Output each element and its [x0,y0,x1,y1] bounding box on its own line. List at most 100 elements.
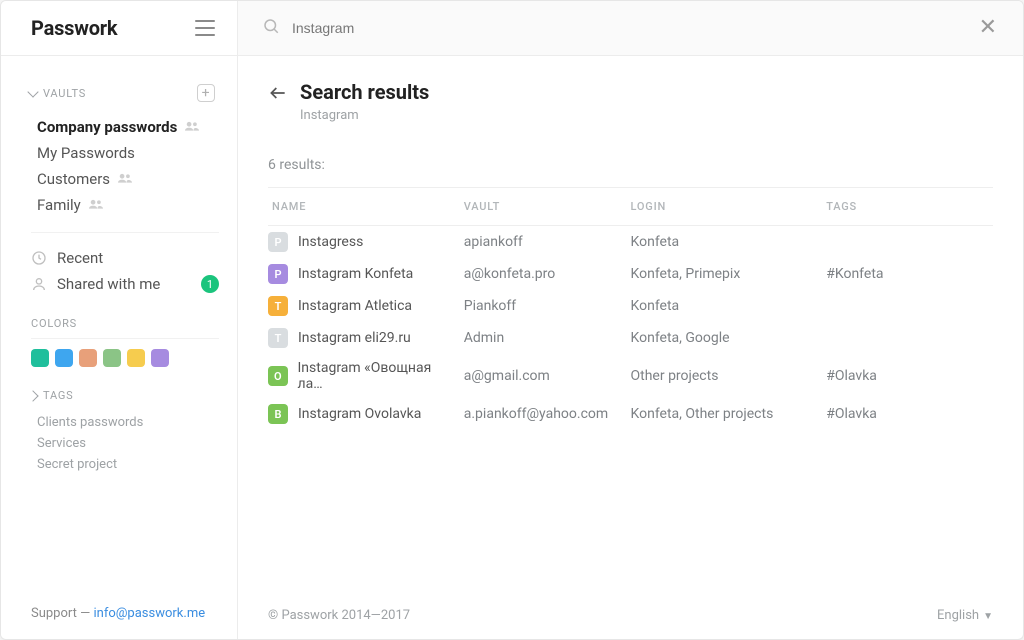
language-selector[interactable]: English ▼ [937,608,993,623]
row-vault: Piankoff [464,290,631,322]
clock-icon [31,250,47,266]
brand-logo: Passwork [31,16,117,40]
vault-label: Company passwords [37,118,177,136]
sidebar: Passwork VAULTS + Company passwords [1,1,238,639]
row-vault: a.piankoff@yahoo.com [464,398,631,430]
tag-item[interactable]: Secret project [37,454,237,475]
row-tags: #Olavka [826,398,993,430]
table-row[interactable]: BInstagram Ovolavkaa.piankoff@yahoo.comK… [268,398,993,430]
recent-label: Recent [57,249,103,267]
col-header-name[interactable]: NAME [268,188,464,226]
sidebar-header: Passwork [1,1,237,56]
sidebar-body: VAULTS + Company passwords My Passwords … [1,56,237,590]
main-footer: © Passwork 2014—2017 English ▼ [238,594,1023,639]
tags-label: TAGS [43,389,73,402]
row-login: Konfeta, Google [631,322,827,354]
row-tags: #Konfeta [826,258,993,290]
menu-icon[interactable] [195,20,215,36]
color-swatch[interactable] [31,349,49,367]
tag-list: Clients passwords Services Secret projec… [1,408,237,483]
add-vault-button[interactable]: + [197,84,215,102]
row-vault: a@konfeta.pro [464,258,631,290]
vault-item-customers[interactable]: Customers [1,166,237,192]
table-row[interactable]: T Instagram eli29.ru AdminKonfeta, Google [268,322,993,354]
back-arrow-icon[interactable] [268,83,286,101]
search-icon [262,17,280,39]
copyright: © Passwork 2014—2017 [268,608,410,623]
color-swatch[interactable] [151,349,169,367]
colors-label: COLORS [1,297,237,336]
recent-link[interactable]: Recent [31,245,223,271]
tags-section-header[interactable]: TAGS [1,367,237,408]
row-tags [826,290,993,322]
shared-icon [118,172,132,186]
color-swatch[interactable] [55,349,73,367]
password-item-icon: T [268,328,288,348]
row-name: Instagram Ovolavka [298,406,421,422]
row-vault: Admin [464,322,631,354]
results-count: 6 results: [268,157,993,173]
vault-item-my-passwords[interactable]: My Passwords [1,140,237,166]
close-icon[interactable]: ✕ [977,13,999,43]
main-panel: ✕ Search results Instagram 6 results: NA… [238,1,1023,639]
password-item-icon: P [268,232,288,252]
support-email-link[interactable]: info@passwork.me [93,606,205,621]
row-tags [826,322,993,354]
table-row[interactable]: P Instagram Konfeta a@konfeta.proKonfeta, … [268,258,993,290]
shared-icon [89,198,103,212]
password-item-icon: O [268,366,288,386]
topbar: ✕ [238,1,1023,56]
vault-item-company[interactable]: Company passwords [1,114,237,140]
vault-label: My Passwords [37,144,135,162]
tag-item[interactable]: Services [37,433,237,454]
shared-count-badge: 1 [201,275,219,293]
row-name: Instagram «Овощная ла… [298,360,456,392]
password-item-icon: B [268,404,288,424]
table-row[interactable]: T Instagram Atletica PiankoffKonfeta [268,290,993,322]
page-title: Search results [300,80,429,104]
table-row[interactable]: P Instagress apiankoffKonfeta [268,226,993,259]
color-swatch[interactable] [79,349,97,367]
vault-item-family[interactable]: Family [1,192,237,218]
search-input[interactable] [292,20,977,36]
vault-label: Family [37,196,81,214]
vaults-section-header[interactable]: VAULTS + [1,56,237,108]
vault-list: Company passwords My Passwords Customers… [1,108,237,228]
language-label: English [937,608,979,623]
row-login: Konfeta, Primepix [631,258,827,290]
row-name: Instagram eli29.ru [298,330,411,346]
search-wrap [262,17,977,39]
shared-icon [185,120,199,134]
search-query-subtitle: Instagram [300,108,993,123]
color-swatch[interactable] [127,349,145,367]
results-table: NAME VAULT LOGIN TAGS P Instagress apianko… [268,187,993,430]
color-swatch-row [31,338,219,367]
row-vault: apiankoff [464,226,631,259]
color-swatch[interactable] [103,349,121,367]
row-tags [826,226,993,259]
shared-with-me-link[interactable]: Shared with me 1 [31,271,223,297]
vault-label: Customers [37,170,110,188]
person-icon [31,276,47,292]
col-header-vault[interactable]: VAULT [464,188,631,226]
password-item-icon: T [268,296,288,316]
row-login: Konfeta [631,226,827,259]
row-name: Instagram Atletica [298,298,412,314]
shared-label: Shared with me [57,275,160,293]
content: Search results Instagram 6 results: NAME… [238,56,1023,594]
password-item-icon: P [268,264,288,284]
app-window: Passwork VAULTS + Company passwords [0,0,1024,640]
row-login: Konfeta [631,290,827,322]
row-login: Other projects [631,354,827,398]
col-header-tags[interactable]: TAGS [826,188,993,226]
chevron-right-icon [27,390,38,401]
caret-down-icon: ▼ [983,611,993,622]
row-name: Instagram Konfeta [298,266,413,282]
tag-item[interactable]: Clients passwords [37,412,237,433]
col-header-login[interactable]: LOGIN [631,188,827,226]
table-row[interactable]: O Instagram «Овощная ла…a@gmail.comOther … [268,354,993,398]
row-tags: #Olavka [826,354,993,398]
row-vault: a@gmail.com [464,354,631,398]
support-prefix: Support — [31,606,93,621]
row-name: Instagress [298,234,363,250]
